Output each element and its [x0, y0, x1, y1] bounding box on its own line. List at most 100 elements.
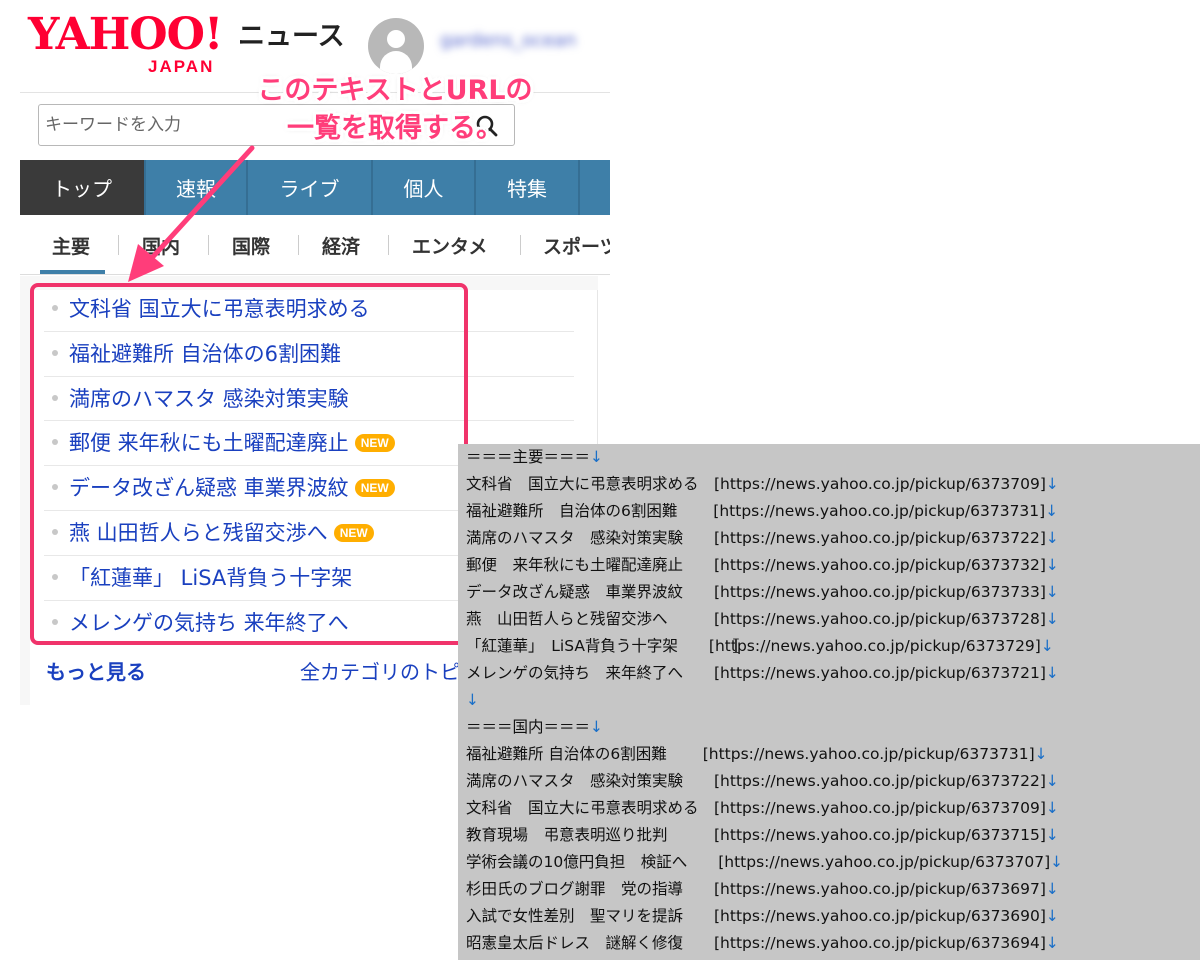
bullet-icon	[52, 573, 58, 580]
bullet-icon	[52, 439, 58, 446]
tab-individual[interactable]: 個人	[373, 160, 476, 215]
line-feed-icon: ↓	[1045, 475, 1059, 493]
avatar-head	[387, 30, 405, 48]
annotation-line-2: 一覧を取得する。	[287, 113, 503, 144]
line-feed-icon: ↓	[590, 718, 604, 736]
output-line: 文科省 国立大に弔意表明求める [https://news.yahoo.co.j…	[466, 475, 1059, 493]
main-nav: トップ 速報 ライブ 個人 特集	[20, 160, 610, 215]
tab-live[interactable]: ライブ	[248, 160, 373, 215]
output-line: 福祉避難所 自治体の6割困難 [https://news.yahoo.co.jp…	[466, 745, 1048, 763]
bullet-icon	[52, 484, 58, 491]
line-feed-icon: ↓	[1045, 799, 1059, 817]
line-feed-icon: ↓	[1045, 610, 1059, 628]
news-title-link[interactable]: 「紅蓮華」 LiSA背負う十字架	[69, 562, 352, 592]
line-feed-icon: ↓	[1045, 529, 1059, 547]
annotation-line-1: このテキストとURLの	[257, 75, 533, 106]
output-line: 満席のハマスタ 感染対策実験 [https://news.yahoo.co.jp…	[466, 772, 1059, 790]
tab-top[interactable]: トップ	[20, 160, 146, 215]
category-separator	[298, 235, 299, 255]
bullet-icon	[52, 618, 58, 625]
category-separator	[520, 235, 521, 255]
output-line: 学術会議の10億円負担 検証へ [https://news.yahoo.co.j…	[466, 853, 1064, 871]
category-main[interactable]: 主要	[52, 232, 90, 259]
service-name[interactable]: ニュース	[238, 20, 345, 54]
line-feed-icon: ↓	[1045, 583, 1059, 601]
output-line: 「紅蓮華」 LiSA背負う十字架 [https://news.yahoo.co.…	[466, 637, 1054, 655]
output-line: 教育現場 弔意表明巡り批判 [https://news.yahoo.co.jp/…	[466, 826, 1059, 844]
category-world[interactable]: 国際	[232, 232, 270, 259]
news-title-link[interactable]: メレンゲの気持ち 来年終了へ	[69, 607, 349, 637]
logo-sub-text: JAPAN	[148, 57, 215, 76]
tab-feature[interactable]: 特集	[476, 160, 580, 215]
news-title: 「紅蓮華」 LiSA背負う十字架	[69, 565, 353, 590]
category-entertainment[interactable]: エンタメ	[412, 232, 487, 259]
line-feed-icon: ↓	[1045, 502, 1059, 520]
annotation-callout: このテキストとURLの 一覧を取得する。	[250, 72, 540, 148]
output-line: 燕 山田哲人らと残留交渉へ [https://news.yahoo.co.jp/…	[466, 610, 1059, 628]
news-item[interactable]: 福祉避難所 自治体の6割困難	[44, 332, 574, 377]
line-feed-icon: ↓	[466, 691, 479, 709]
news-title-link[interactable]: 燕 山田哲人らと残留交渉へ NEW	[69, 517, 374, 547]
line-feed-icon: ↓	[1050, 853, 1064, 871]
category-economy[interactable]: 経済	[322, 232, 360, 259]
output-line: 入試で女性差別 聖マリを提訴 [https://news.yahoo.co.jp…	[466, 907, 1059, 925]
bullet-icon	[52, 528, 58, 535]
line-feed-icon: ↓	[1045, 556, 1059, 574]
more-link[interactable]: もっと見る	[46, 656, 146, 685]
output-line: 昭憲皇太后ドレス 謎解く修復 [https://news.yahoo.co.jp…	[466, 934, 1059, 952]
line-feed-icon: ↓	[590, 448, 604, 466]
news-title-link[interactable]: 郵便 来年秋にも土曜配達廃止 NEW	[69, 427, 395, 457]
output-line: 文科省 国立大に弔意表明求める [https://news.yahoo.co.j…	[466, 799, 1059, 817]
category-separator	[208, 235, 209, 255]
category-separator	[388, 235, 389, 255]
category-sports[interactable]: スポーツ	[543, 232, 610, 259]
new-badge: NEW	[354, 479, 395, 498]
tab-more[interactable]	[580, 160, 610, 215]
bullet-icon	[52, 305, 58, 311]
output-line: ＝＝＝主要＝＝＝↓	[466, 448, 604, 466]
tab-breaking[interactable]: 速報	[146, 160, 248, 215]
line-feed-icon: ↓	[1045, 907, 1059, 925]
all-categories-link[interactable]: 全カテゴリのトピ	[300, 656, 460, 685]
line-feed-icon: ↓	[1040, 637, 1054, 655]
output-line: ＝＝＝国内＝＝＝↓	[466, 718, 604, 736]
news-title: 郵便 来年秋にも土曜配達廃止	[69, 431, 349, 456]
line-feed-icon: ↓	[1045, 934, 1059, 952]
output-line: データ改ざん疑惑 車業界波紋 [https://news.yahoo.co.jp…	[466, 583, 1059, 601]
news-title-link[interactable]: 満席のハマスタ 感染対策実験	[69, 383, 349, 413]
news-title: メレンゲの気持ち 来年終了へ	[69, 610, 349, 635]
news-title: 文科省 国立大に弔意表明求める	[69, 297, 370, 321]
avatar[interactable]	[368, 18, 424, 74]
news-title: 満席のハマスタ 感染対策実験	[69, 386, 349, 411]
news-item[interactable]: 文科省 国立大に弔意表明求める	[44, 287, 574, 332]
category-separator	[118, 235, 119, 255]
news-title-link[interactable]: 福祉避難所 自治体の6割困難	[69, 338, 341, 368]
text-cursor-icon: I	[732, 634, 740, 658]
news-title-link[interactable]: データ改ざん疑惑 車業界波紋 NEW	[69, 472, 395, 502]
news-title: 福祉避難所 自治体の6割困難	[69, 341, 342, 366]
yahoo-japan-logo[interactable]: YAHOO! JAPAN	[28, 9, 238, 76]
active-category-indicator	[40, 270, 105, 274]
logo-text: YAHOO!	[28, 9, 223, 60]
bullet-icon	[52, 349, 58, 356]
new-badge: NEW	[354, 434, 395, 453]
output-text-panel[interactable]: ＝＝＝主要＝＝＝↓ 文科省 国立大に弔意表明求める [https://news.…	[458, 444, 1200, 960]
news-title: データ改ざん疑惑 車業界波紋	[69, 476, 349, 501]
output-line: 郵便 来年秋にも土曜配達廃止 [https://news.yahoo.co.jp…	[466, 556, 1059, 574]
line-feed-icon: ↓	[1045, 880, 1059, 898]
line-feed-icon: ↓	[1045, 772, 1059, 790]
output-line: 杉田氏のブログ謝罪 党の指導 [https://news.yahoo.co.jp…	[466, 880, 1059, 898]
new-badge: NEW	[333, 523, 374, 542]
avatar-body	[380, 51, 412, 74]
news-item[interactable]: 満席のハマスタ 感染対策実験	[44, 377, 574, 422]
bullet-icon	[52, 394, 58, 401]
output-line: 満席のハマスタ 感染対策実験 [https://news.yahoo.co.jp…	[466, 529, 1059, 547]
category-nav: 主要 国内 国際 経済 エンタメ スポーツ	[20, 222, 610, 275]
line-feed-icon: ↓	[1045, 664, 1059, 682]
news-title-link[interactable]: 文科省 国立大に弔意表明求める	[69, 293, 370, 323]
line-feed-icon: ↓	[1034, 745, 1048, 763]
username[interactable]: gardens_ocean	[440, 30, 608, 60]
output-line: メレンゲの気持ち 来年終了へ [https://news.yahoo.co.jp…	[466, 664, 1059, 682]
category-domestic[interactable]: 国内	[142, 232, 180, 259]
output-line: ↓	[466, 687, 479, 714]
